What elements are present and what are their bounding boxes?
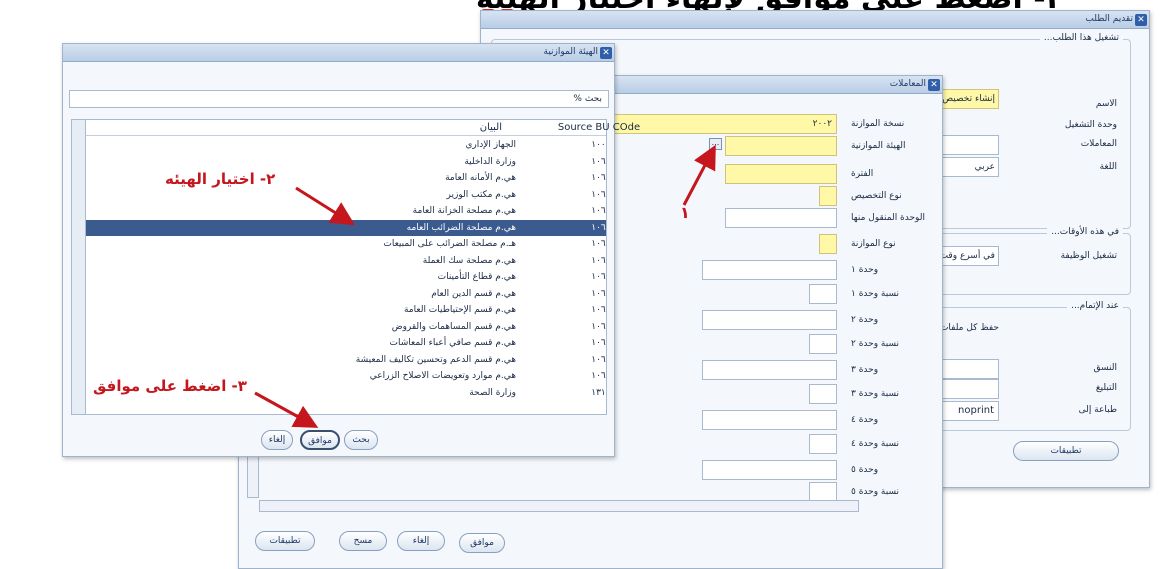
arrow-step3 <box>254 391 319 428</box>
annotation-arrows <box>254 144 716 428</box>
arrow-step1 <box>682 144 716 206</box>
arrow-step2 <box>295 186 356 226</box>
